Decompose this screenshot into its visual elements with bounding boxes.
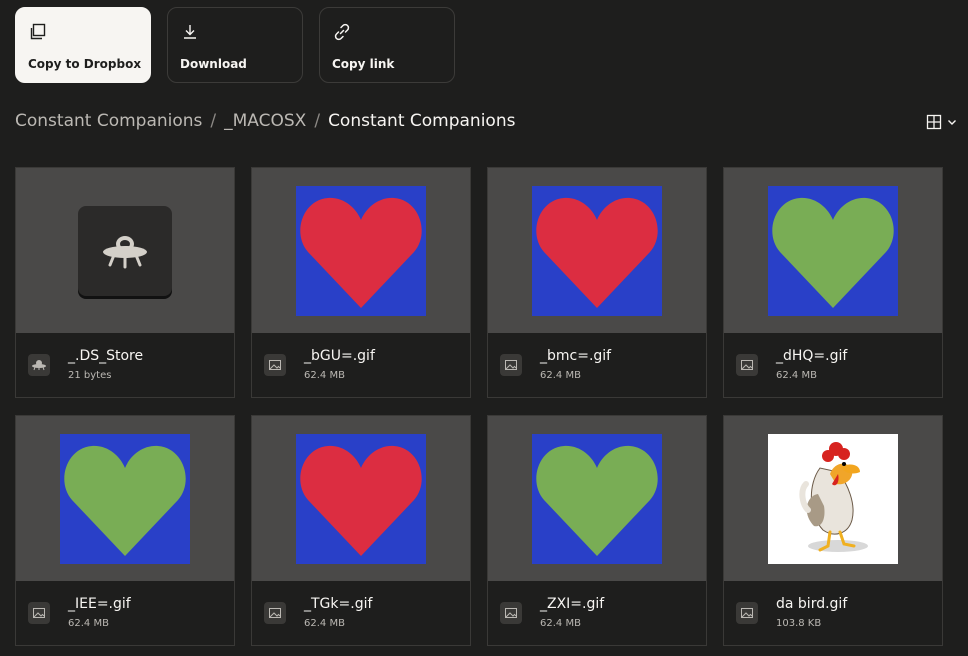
file-size: 62.4 MB <box>68 618 109 629</box>
ufo-small-icon <box>28 354 50 376</box>
download-label: Download <box>180 57 247 71</box>
copy-link-button[interactable]: Copy link <box>319 7 455 83</box>
file-size: 21 bytes <box>68 370 112 381</box>
file-card[interactable]: _.DS_Store 21 bytes <box>15 167 235 398</box>
file-card[interactable]: _bGU=.gif 62.4 MB <box>251 167 471 398</box>
file-meta: _.DS_Store 21 bytes <box>16 333 234 397</box>
green-heart-image <box>768 185 898 316</box>
green-heart-image <box>60 433 190 564</box>
red-heart-image <box>532 185 662 316</box>
file-size: 62.4 MB <box>304 618 345 629</box>
file-thumbnail <box>252 416 470 581</box>
rooster-image <box>768 433 898 564</box>
file-card[interactable]: _bmc=.gif 62.4 MB <box>487 167 707 398</box>
copy-to-dropbox-label: Copy to Dropbox <box>28 57 142 71</box>
file-size: 62.4 MB <box>540 370 581 381</box>
file-name: _.DS_Store <box>68 348 144 364</box>
action-toolbar: Copy to Dropbox Download Copy link <box>15 7 455 83</box>
file-card[interactable]: _TGk=.gif 62.4 MB <box>251 415 471 646</box>
file-name: _IEE=.gif <box>68 596 131 612</box>
file-meta: _IEE=.gif 62.4 MB <box>16 581 234 645</box>
breadcrumb-current: Constant Companions <box>328 111 516 131</box>
file-size: 62.4 MB <box>776 370 817 381</box>
file-size: 62.4 MB <box>304 370 345 381</box>
file-size: 62.4 MB <box>540 618 581 629</box>
file-meta: _dHQ=.gif 62.4 MB <box>724 333 942 397</box>
ufo-icon <box>103 235 147 268</box>
file-grid: _.DS_Store 21 bytes _bGU=.gif 62.4 MB _b… <box>15 167 943 646</box>
image-file-icon <box>736 354 758 376</box>
image-file-icon <box>264 354 286 376</box>
file-card[interactable]: da bird.gif 103.8 KB <box>723 415 943 646</box>
file-name: _bmc=.gif <box>540 348 612 364</box>
file-thumbnail <box>488 416 706 581</box>
copy-to-dropbox-button[interactable]: Copy to Dropbox <box>15 7 151 83</box>
grid-view-icon <box>926 114 942 130</box>
chevron-down-icon <box>948 120 956 125</box>
green-heart-image <box>532 433 662 564</box>
file-meta: _bmc=.gif 62.4 MB <box>488 333 706 397</box>
file-name: da bird.gif <box>776 596 848 612</box>
copy-icon <box>30 23 46 40</box>
file-meta: _bGU=.gif 62.4 MB <box>252 333 470 397</box>
ufo-app-icon <box>78 205 172 296</box>
file-meta: _TGk=.gif 62.4 MB <box>252 581 470 645</box>
download-icon <box>184 25 196 39</box>
breadcrumb: Constant Companions / _MACOSX / Constant… <box>15 111 515 131</box>
file-thumbnail <box>16 168 234 333</box>
breadcrumb-item-constant-companions[interactable]: Constant Companions <box>15 111 202 131</box>
image-file-icon <box>736 602 758 624</box>
copy-link-label: Copy link <box>332 57 395 71</box>
file-card[interactable]: _IEE=.gif 62.4 MB <box>15 415 235 646</box>
image-file-icon <box>500 354 522 376</box>
file-meta: da bird.gif 103.8 KB <box>724 581 942 645</box>
image-file-icon <box>28 602 50 624</box>
file-thumbnail <box>724 168 942 333</box>
file-name: _ZXI=.gif <box>540 596 605 612</box>
image-file-icon <box>500 602 522 624</box>
image-file-icon <box>264 602 286 624</box>
file-card[interactable]: _ZXI=.gif 62.4 MB <box>487 415 707 646</box>
file-meta: _ZXI=.gif 62.4 MB <box>488 581 706 645</box>
file-thumbnail <box>488 168 706 333</box>
file-thumbnail <box>16 416 234 581</box>
red-heart-image <box>296 185 426 316</box>
view-mode-toggle[interactable] <box>926 111 962 133</box>
file-thumbnail <box>252 168 470 333</box>
file-name: _TGk=.gif <box>304 596 373 612</box>
file-thumbnail <box>724 416 942 581</box>
file-name: _bGU=.gif <box>304 348 375 364</box>
file-name: _dHQ=.gif <box>776 348 848 364</box>
red-heart-image <box>296 433 426 564</box>
file-size: 103.8 KB <box>776 618 822 629</box>
download-button[interactable]: Download <box>167 7 303 83</box>
link-icon <box>334 23 350 41</box>
breadcrumb-item-macosx[interactable]: _MACOSX <box>224 111 306 131</box>
file-card[interactable]: _dHQ=.gif 62.4 MB <box>723 167 943 398</box>
breadcrumb-separator: / <box>210 111 217 131</box>
breadcrumb-separator: / <box>314 111 321 131</box>
